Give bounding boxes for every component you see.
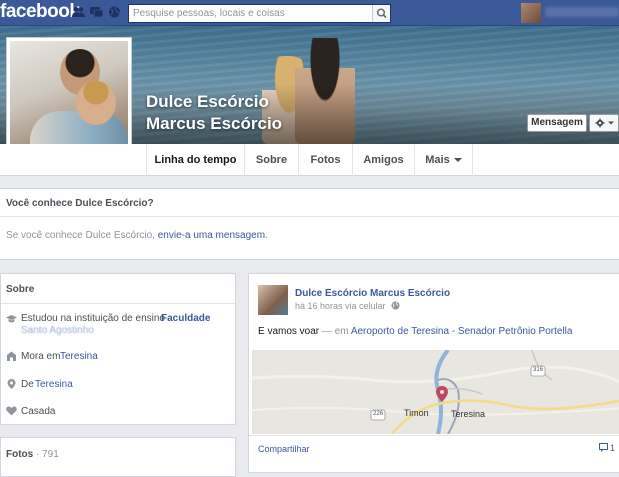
send-message-link[interactable]: envie-a uma mensagem (158, 230, 265, 241)
from-city-link[interactable]: Teresina (35, 379, 73, 390)
post-message: E vamos voar (258, 326, 320, 337)
map-city-label: Timon (404, 408, 429, 418)
tab-photos[interactable]: Fotos (299, 144, 353, 176)
relationship-status: Casada (21, 406, 56, 417)
post-timestamp[interactable]: há 16 horas via celular (295, 301, 386, 311)
post-place-link[interactable]: Aeroporto de Teresina - Senador Petrônio… (351, 326, 573, 337)
message-button[interactable]: Mensagem (527, 114, 587, 132)
location-pin-icon (7, 379, 16, 389)
user-menu[interactable] (521, 3, 619, 23)
do-you-know-text: Se você conhece Dulce Escórcio, envie-a … (6, 230, 268, 241)
post-meta: há 16 horas via celular (295, 301, 400, 311)
share-link[interactable]: Compartilhar (258, 444, 310, 454)
avatar[interactable] (258, 285, 288, 315)
search-button[interactable] (372, 5, 390, 22)
avatar[interactable] (521, 3, 541, 23)
do-you-know-prefix: Se você conhece Dulce Escórcio, (6, 230, 158, 241)
lives-city-link[interactable]: Teresina (60, 351, 98, 362)
post-at-separator: — em (319, 326, 351, 337)
settings-dropdown-button[interactable] (589, 114, 619, 132)
post-author-link[interactable]: Dulce Escórcio Marcus Escórcio (295, 288, 450, 299)
photos-label: Fotos (6, 449, 34, 460)
tab-more[interactable]: Mais (415, 144, 473, 176)
search-box[interactable] (128, 4, 391, 23)
tab-timeline[interactable]: Linha do tempo (146, 144, 245, 176)
location-map[interactable]: 226 316 Timon Teresina (252, 350, 619, 434)
profile-name-line1[interactable]: Dulce Escórcio (146, 92, 269, 112)
divider (0, 216, 619, 217)
tab-about[interactable]: Sobre (245, 144, 299, 176)
photos-count: · 791 (36, 449, 59, 460)
gear-icon (595, 118, 614, 128)
lives-prefix: Mora em (21, 351, 61, 362)
about-box: Sobre Estudou na instituição de ensino F… (0, 273, 236, 425)
messages-icon[interactable] (90, 6, 103, 18)
do-you-know-title: Você conhece Dulce Escórcio? (6, 198, 154, 209)
from-prefix: De (21, 379, 34, 390)
timeline-post: Dulce Escórcio Marcus Escórcio há 16 hor… (248, 273, 619, 473)
comment-count-value: 1 (610, 443, 616, 453)
divider (1, 303, 235, 304)
divider (249, 435, 619, 436)
photos-title[interactable]: Fotos · 791 (6, 449, 59, 460)
top-bar: facebook (0, 0, 619, 26)
profile-name-line2[interactable]: Marcus Escórcio (146, 114, 282, 134)
chevron-down-icon (453, 158, 462, 163)
education-school-link[interactable]: Faculdade (161, 313, 210, 324)
do-you-know-box: Você conhece Dulce Escórcio? Se você con… (0, 188, 619, 260)
profile-picture-face-woman (76, 81, 116, 125)
facebook-logo[interactable]: facebook (0, 1, 80, 23)
notifications-globe-icon[interactable] (108, 6, 121, 18)
tab-friends[interactable]: Amigos (353, 144, 415, 176)
map-road-label: 226 (373, 411, 384, 417)
map-city-label: Teresina (451, 409, 486, 419)
comment-count[interactable]: 1 (599, 443, 615, 453)
tab-more-label: Mais (425, 154, 450, 166)
map-road-label: 316 (533, 367, 544, 373)
search-icon (376, 8, 387, 19)
profile-picture-image (10, 41, 128, 158)
globe-icon[interactable] (391, 301, 400, 310)
post-text: E vamos voar — em Aeroporto de Teresina … (258, 326, 572, 337)
comment-icon (599, 443, 608, 452)
photos-box: Fotos · 791 (0, 437, 236, 477)
friend-requests-icon[interactable] (72, 6, 85, 18)
home-icon (7, 351, 16, 361)
education-cap-icon (6, 315, 17, 323)
education-prefix: Estudou na instituição de ensino (21, 313, 165, 324)
search-input[interactable] (129, 5, 372, 22)
about-title[interactable]: Sobre (6, 284, 34, 295)
user-name-blurred[interactable] (545, 7, 619, 17)
heart-icon (6, 406, 17, 416)
timeline-nav: Linha do tempo Sobre Fotos Amigos Mais (0, 144, 619, 176)
map-graphic (252, 350, 619, 434)
do-you-know-suffix: . (265, 230, 268, 241)
education-school-line2[interactable]: Santo Agostinho (21, 325, 94, 336)
